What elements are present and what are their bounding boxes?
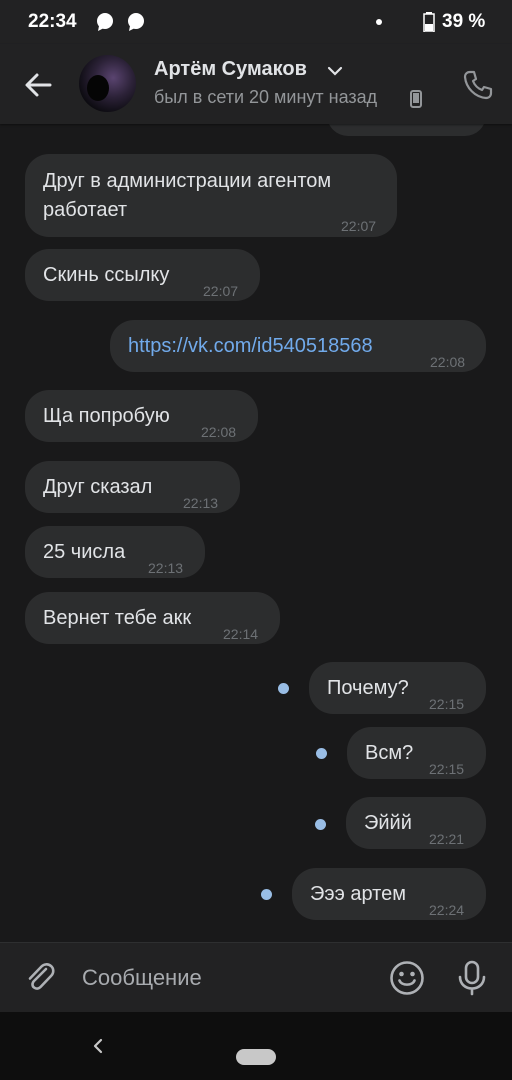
message-text: Скинь ссылку <box>43 264 170 286</box>
paperclip-icon[interactable] <box>22 959 58 995</box>
unread-indicator <box>278 683 289 694</box>
chat-screen: 22:34 39 % Артём Сумаков был в сети 20 м… <box>0 0 512 1080</box>
message-bubble-cut[interactable] <box>327 124 486 136</box>
message-text: Ща попробую <box>43 405 170 427</box>
message-time: 22:08 <box>201 424 237 440</box>
phone-call-icon[interactable] <box>462 69 494 101</box>
message-bubble-out[interactable]: Почему? 22:15 <box>309 662 486 714</box>
message-time: 22:08 <box>430 354 466 370</box>
avatar[interactable] <box>79 55 136 112</box>
message-text: Почему? <box>327 677 409 699</box>
message-composer <box>0 942 512 1013</box>
message-time: 22:21 <box>429 831 465 847</box>
message-text: Друг в администрации агентом <box>43 170 332 192</box>
message-text: Эээ артем <box>310 883 406 905</box>
message-link[interactable]: https://vk.com/id540518568 <box>128 332 373 361</box>
nav-home-pill[interactable] <box>236 1049 276 1065</box>
message-bubble-out[interactable]: Эййй 22:21 <box>346 797 486 849</box>
battery-icon <box>423 12 435 32</box>
contact-name[interactable]: Артём Сумаков <box>154 58 307 81</box>
emoji-smile-icon[interactable] <box>389 960 425 996</box>
message-time: 22:07 <box>203 283 239 299</box>
contact-status: был в сети 20 минут назад <box>154 87 378 107</box>
battery-percent: 39 % <box>442 11 486 32</box>
message-time: 22:14 <box>223 626 259 642</box>
unread-indicator <box>316 748 327 759</box>
message-bubble-icon <box>97 13 113 31</box>
message-time: 22:15 <box>429 696 465 712</box>
message-bubble-icon <box>128 13 144 31</box>
message-text: Друг сказал <box>43 476 153 498</box>
unread-indicator <box>315 819 326 830</box>
message-text: работает <box>43 199 128 221</box>
message-bubble-in[interactable]: Друг в администрации агентом работает 22… <box>25 154 397 237</box>
message-bubble-in[interactable]: 25 числа 22:13 <box>25 526 205 578</box>
message-time: 22:07 <box>341 218 377 234</box>
unread-indicator <box>261 889 272 900</box>
back-arrow-icon[interactable] <box>20 66 58 104</box>
message-time: 22:13 <box>183 495 219 511</box>
message-bubble-in[interactable]: Скинь ссылку 22:07 <box>25 249 260 301</box>
message-bubble-out[interactable]: https://vk.com/id540518568 22:08 <box>110 320 486 372</box>
message-bubble-in[interactable]: Вернет тебе акк 22:14 <box>25 592 280 644</box>
status-time: 22:34 <box>28 11 77 32</box>
message-text: Эййй <box>364 812 412 834</box>
message-list: Друг в администрации агентом работает 22… <box>0 124 512 942</box>
message-time: 22:13 <box>148 560 184 576</box>
chat-header: Артём Сумаков был в сети 20 минут назад <box>0 44 512 124</box>
mobile-phone-icon <box>410 90 422 108</box>
status-bar: 22:34 39 % <box>0 0 512 44</box>
message-time: 22:24 <box>429 902 465 918</box>
message-text: Вернет тебе акк <box>43 607 192 629</box>
message-bubble-out[interactable]: Эээ артем 22:24 <box>292 868 486 920</box>
notification-dot <box>376 19 382 25</box>
chevron-down-icon[interactable] <box>327 66 343 76</box>
message-text: Всм? <box>365 742 414 764</box>
message-text: 25 числа <box>43 541 126 563</box>
message-bubble-out[interactable]: Всм? 22:15 <box>347 727 486 779</box>
message-time: 22:15 <box>429 761 465 777</box>
nav-back-icon[interactable] <box>88 1035 108 1057</box>
message-bubble-in[interactable]: Друг сказал 22:13 <box>25 461 240 513</box>
message-input[interactable] <box>80 955 374 1001</box>
system-nav-bar <box>0 1012 512 1080</box>
microphone-icon[interactable] <box>456 960 488 996</box>
message-bubble-in[interactable]: Ща попробую 22:08 <box>25 390 258 442</box>
